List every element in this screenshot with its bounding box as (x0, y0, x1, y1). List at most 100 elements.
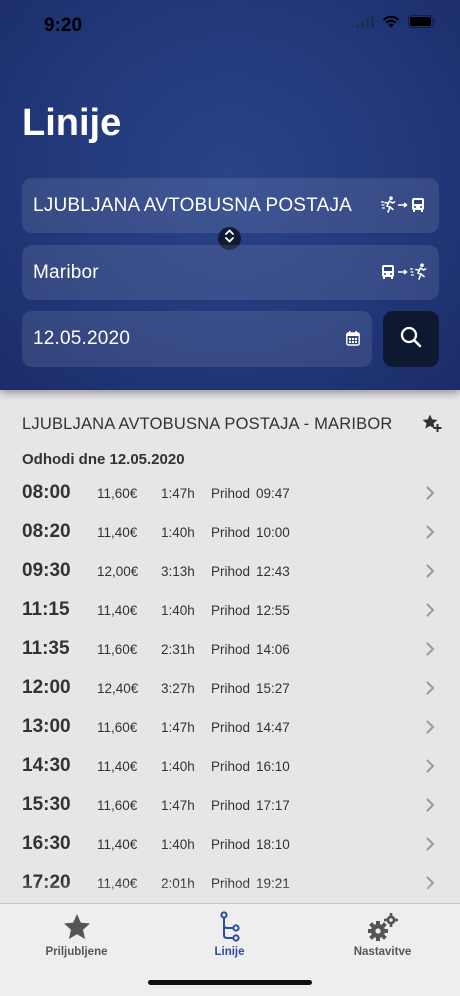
chevron-right-icon (426, 486, 435, 505)
chevron-right-icon (426, 837, 435, 856)
departure-row[interactable]: 16:30 11,40€ 1:40h Prihod 18:10 (0, 825, 460, 864)
ticket-price: 11,60€ (97, 486, 138, 501)
route-icon (218, 911, 242, 943)
ticket-price: 11,40€ (97, 837, 138, 852)
departure-row[interactable]: 09:30 12,00€ 3:13h Prihod 12:43 (0, 552, 460, 591)
tab-label: Linije (214, 946, 245, 958)
arrival-info: Prihod 09:47 (211, 486, 290, 501)
arrival-label: Prihod (211, 681, 251, 696)
tab-nastavitve[interactable]: Nastavitve (306, 904, 459, 974)
arrival-info: Prihod 15:27 (211, 681, 290, 696)
arrival-info: Prihod 12:43 (211, 564, 290, 579)
departure-time: 08:20 (22, 521, 71, 542)
chevron-right-icon (426, 564, 435, 583)
travel-duration: 3:27h (161, 681, 195, 696)
travel-duration: 2:01h (161, 876, 195, 891)
travel-duration: 1:47h (161, 720, 195, 735)
home-indicator (148, 980, 312, 985)
departure-time: 13:00 (22, 716, 71, 737)
arrival-time: 10:00 (256, 525, 290, 540)
departure-row[interactable]: 12:00 12,40€ 3:27h Prihod 15:27 (0, 669, 460, 708)
chevron-right-icon (426, 876, 435, 895)
from-value: LJUBLJANA AVTOBUSNA POSTAJA (33, 194, 353, 216)
arrival-info: Prihod 12:55 (211, 603, 290, 618)
chevron-right-icon (426, 720, 435, 739)
tab-bar: Priljubljene Linije Nastavitve (0, 903, 460, 996)
arrival-label: Prihod (211, 486, 251, 501)
ticket-price: 11,40€ (97, 525, 138, 540)
arrival-info: Prihod 19:21 (211, 876, 290, 891)
gears-icon (367, 911, 399, 943)
chevron-right-icon (426, 759, 435, 778)
arrival-label: Prihod (211, 525, 251, 540)
arrival-label: Prihod (211, 564, 251, 579)
wifi-icon (382, 15, 400, 33)
date-value: 12.05.2020 (33, 328, 131, 349)
departures-list: 08:00 11,60€ 1:47h Prihod 09:47 08:20 11,40€ 1:… (0, 474, 460, 902)
battery-icon (408, 15, 436, 33)
departure-row[interactable]: 15:30 11,60€ 1:47h Prihod 17:17 (0, 786, 460, 825)
travel-duration: 1:40h (161, 837, 195, 852)
arrival-time: 19:21 (256, 876, 290, 891)
travel-duration: 1:47h (161, 798, 195, 813)
arrival-time: 15:27 (256, 681, 290, 696)
star-plus-icon (421, 414, 443, 437)
departure-row[interactable]: 08:00 11,60€ 1:47h Prihod 09:47 (0, 474, 460, 513)
tab-priljubljene[interactable]: Priljubljene (0, 904, 153, 974)
signal-icon (356, 15, 374, 33)
page-title: Linije (22, 102, 122, 144)
arrival-label: Prihod (211, 759, 251, 774)
status-bar: 9:20 (0, 0, 460, 50)
departure-row[interactable]: 13:00 11,60€ 1:47h Prihod 14:47 (0, 708, 460, 747)
arrival-time: 16:10 (256, 759, 290, 774)
departures-header: Odhodi dne 12.05.2020 (22, 451, 185, 468)
departure-row[interactable]: 11:15 11,40€ 1:40h Prihod 12:55 (0, 591, 460, 630)
departure-time: 16:30 (22, 833, 71, 854)
ticket-price: 11,60€ (97, 720, 138, 735)
bus-to-walk-icon (381, 263, 427, 285)
departure-row[interactable]: 08:20 11,40€ 1:40h Prihod 10:00 (0, 513, 460, 552)
walk-to-bus-icon (381, 196, 427, 218)
arrival-time: 17:17 (256, 798, 290, 813)
search-button[interactable] (383, 311, 439, 367)
add-favorite-button[interactable] (421, 413, 443, 438)
calendar-icon (346, 331, 360, 351)
ticket-price: 11,60€ (97, 642, 138, 657)
tab-label: Priljubljene (45, 946, 108, 958)
ticket-price: 12,00€ (97, 564, 139, 579)
chevron-right-icon (426, 642, 435, 661)
departure-time: 12:00 (22, 677, 71, 698)
departure-row[interactable]: 17:20 11,40€ 2:01h Prihod 19:21 (0, 864, 460, 902)
arrival-info: Prihod 14:47 (211, 720, 290, 735)
arrival-time: 09:47 (256, 486, 290, 501)
arrival-label: Prihod (211, 798, 251, 813)
arrival-info: Prihod 14:06 (211, 642, 290, 657)
arrival-label: Prihod (211, 720, 251, 735)
travel-duration: 3:13h (161, 564, 195, 579)
arrival-label: Prihod (211, 837, 251, 852)
chevron-right-icon (426, 798, 435, 817)
chevron-right-icon (426, 525, 435, 544)
from-field[interactable]: LJUBLJANA AVTOBUSNA POSTAJA (22, 178, 439, 233)
chevron-right-icon (426, 681, 435, 700)
to-value: Maribor (33, 261, 99, 283)
departure-time: 15:30 (22, 794, 71, 815)
travel-duration: 1:40h (161, 525, 195, 540)
arrival-time: 14:06 (256, 642, 290, 657)
departure-row[interactable]: 14:30 11,40€ 1:40h Prihod 16:10 (0, 747, 460, 786)
tab-linije[interactable]: Linije (153, 904, 306, 974)
ticket-price: 11,60€ (97, 798, 138, 813)
status-time: 9:20 (44, 15, 83, 36)
arrival-time: 14:47 (256, 720, 290, 735)
travel-duration: 2:31h (161, 642, 195, 657)
travel-duration: 1:47h (161, 486, 195, 501)
date-field[interactable]: 12.05.2020 (22, 311, 372, 367)
ticket-price: 12,40€ (97, 681, 139, 696)
arrival-time: 12:55 (256, 603, 290, 618)
departure-row[interactable]: 11:35 11,60€ 2:31h Prihod 14:06 (0, 630, 460, 669)
arrival-label: Prihod (211, 876, 251, 891)
route-title: LJUBLJANA AVTOBUSNA POSTAJA - MARIBOR (22, 415, 393, 433)
departure-time: 14:30 (22, 755, 71, 776)
to-field[interactable]: Maribor (22, 245, 439, 300)
travel-duration: 1:40h (161, 759, 195, 774)
